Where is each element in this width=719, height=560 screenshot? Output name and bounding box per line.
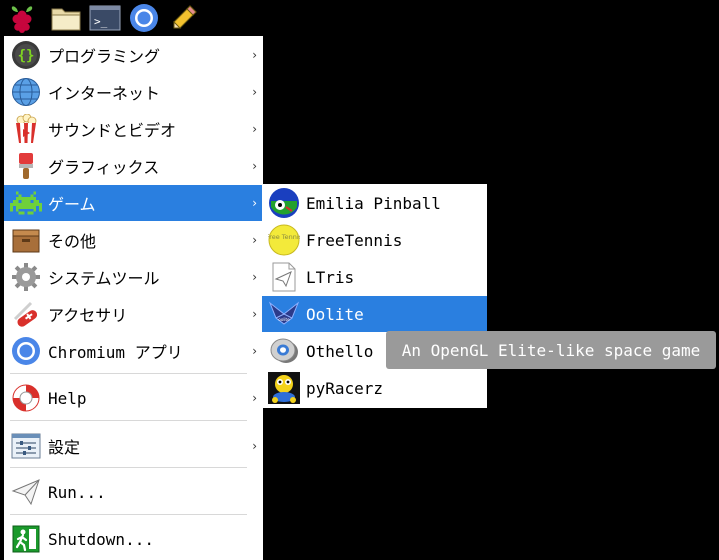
terminal-button[interactable]: >_ [89,2,121,34]
menu-item-label: Shutdown... [48,529,154,549]
menu-item-label: システムツール [48,269,160,288]
menu-item-accessories[interactable]: アクセサリ › [4,296,263,332]
application-menu: {} プログラミング › インターネット › サウンドとビデオ › グラフィック… [4,36,263,560]
raspberry-icon [8,3,36,33]
file-manager-button[interactable] [50,2,82,34]
menu-separator [10,514,247,515]
space-invader-icon [10,187,42,219]
terminal-icon: >_ [89,4,121,32]
menu-item-system-tools[interactable]: システムツール › [4,259,263,295]
submenu-item-label: LTris [306,267,355,287]
submenu-item-label: Emilia Pinball [306,193,441,213]
submenu-item-pyracerz[interactable]: pyRacerz [262,370,487,406]
menu-item-label: アクセサリ [48,306,128,325]
chevron-right-icon: › [252,307,257,321]
paintbrush-icon [10,150,42,182]
svg-text:{}: {} [18,48,35,64]
paper-plane-icon [10,476,42,508]
chromium-button[interactable] [128,2,160,34]
lifebuoy-icon [10,382,42,414]
box-icon [10,224,42,256]
chevron-right-icon: › [252,85,257,99]
menu-item-label: その他 [48,232,97,251]
menu-item-graphics[interactable]: グラフィックス › [4,148,263,184]
menu-item-label: グラフィックス [48,158,160,177]
menu-item-help[interactable]: Help › [4,380,263,416]
menu-item-label: プログラミング [48,47,161,66]
menu-item-games[interactable]: ゲーム › [4,185,263,221]
gear-icon [10,261,42,293]
menu-item-label: Help [48,388,87,408]
menu-item-shutdown[interactable]: Shutdown... [4,521,263,557]
menu-separator [10,373,247,374]
menu-item-label: ゲーム [48,195,96,214]
submenu-item-emilia-pinball[interactable]: Emilia Pinball [262,185,487,221]
menu-item-other[interactable]: その他 › [4,222,263,258]
popcorn-icon [10,113,42,145]
menu-item-label: 設定 [48,438,81,457]
submenu-item-ltris[interactable]: LTris [262,259,487,295]
menu-item-programming[interactable]: {} プログラミング › [4,37,263,73]
menu-item-internet[interactable]: インターネット › [4,74,263,110]
raspberry-menu-button[interactable] [6,2,38,34]
taskbar: >_ [0,0,719,36]
chevron-right-icon: › [252,48,257,62]
submenu-item-freetennis[interactable]: Free Tennis FreeTennis [262,222,487,258]
ltris-icon [268,261,300,293]
chromium-icon [10,335,42,367]
chevron-right-icon: › [252,122,257,136]
menu-item-label: Run... [48,482,106,502]
menu-item-label: インターネット [48,84,161,103]
chevron-right-icon: › [252,196,257,210]
pencil-icon [170,4,198,32]
oolite-icon: oolite [268,298,300,330]
tooltip: An OpenGL Elite-like space game [386,331,716,369]
submenu-item-label: FreeTennis [306,230,403,250]
menu-item-label: サウンドとビデオ [48,121,177,140]
othello-icon [268,335,300,367]
tennis-ball-icon: Free Tennis [268,224,300,256]
programming-icon: {} [10,39,42,71]
globe-icon [10,76,42,108]
freetennis-icon-text: Free Tennis [268,233,300,241]
menu-item-sound-video[interactable]: サウンドとビデオ › [4,111,263,147]
svg-text:oolite: oolite [278,317,290,322]
swiss-knife-icon [10,298,42,330]
settings-icon [10,430,42,462]
menu-item-run[interactable]: Run... [4,474,263,510]
menu-item-chromium-apps[interactable]: Chromium アプリ › [4,333,263,369]
chevron-right-icon: › [252,344,257,358]
submenu-item-oolite[interactable]: oolite Oolite [262,296,487,332]
menu-separator [10,420,247,421]
pinball-icon [268,187,300,219]
games-submenu: Emilia Pinball Free Tennis FreeTennis LT… [262,184,487,408]
menu-separator [10,467,247,468]
chevron-right-icon: › [252,439,257,453]
chevron-right-icon: › [252,270,257,284]
menu-item-label: Chromium アプリ [48,343,183,362]
chevron-right-icon: › [252,233,257,247]
submenu-item-label: Oolite [306,304,364,324]
menu-item-settings[interactable]: 設定 › [4,428,263,464]
submenu-item-label: Othello [306,341,374,361]
chevron-right-icon: › [252,391,257,405]
chromium-icon [129,3,159,33]
folder-icon [50,4,82,32]
pyracerz-icon [268,372,300,404]
terminal-prompt-text: >_ [94,15,108,28]
exit-icon [10,523,42,555]
submenu-item-label: pyRacerz [306,378,384,398]
text-editor-button[interactable] [168,2,200,34]
chevron-right-icon: › [252,159,257,173]
